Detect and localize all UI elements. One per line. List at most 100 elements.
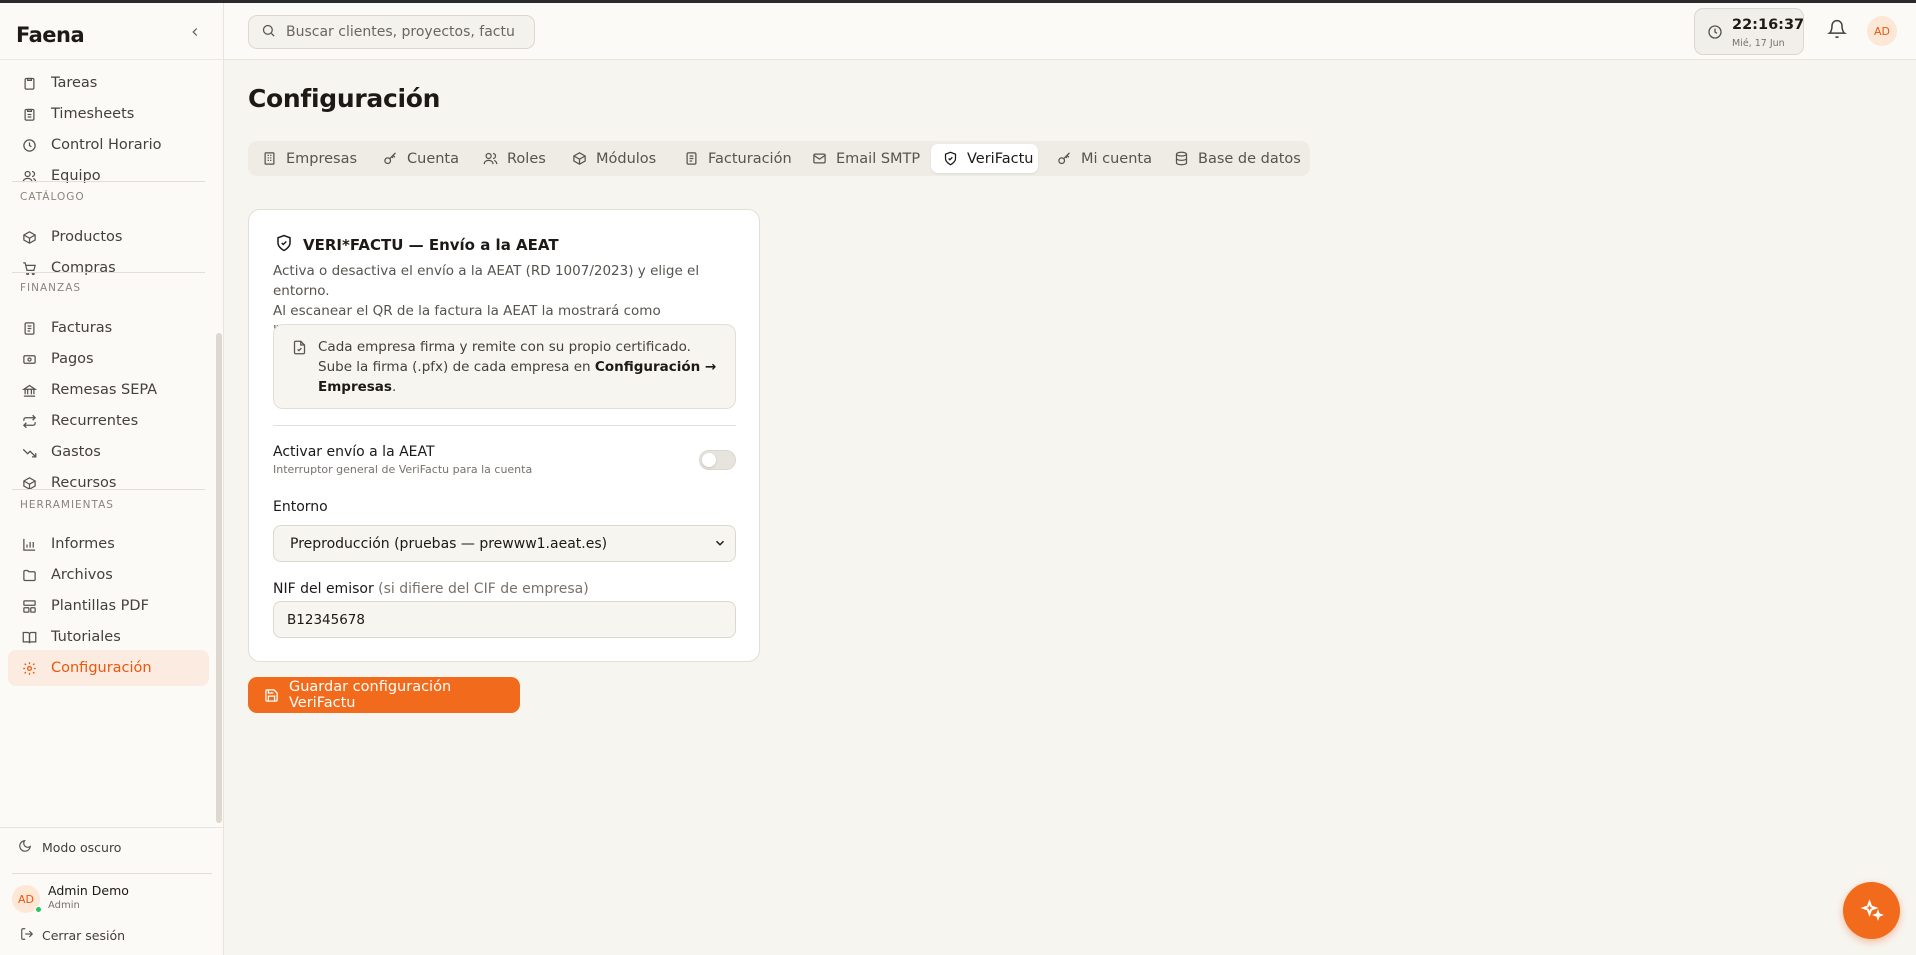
database-icon [1174, 151, 1189, 166]
clock-icon [20, 136, 38, 154]
tab-label: Cuenta [407, 150, 459, 167]
save-verifactu-button[interactable]: Guardar configuración VeriFactu [248, 677, 520, 713]
tab-modulos[interactable]: Módulos [572, 144, 656, 173]
user-avatar[interactable]: AD [1867, 16, 1897, 46]
clock-widget[interactable]: 22:16:37 Mié, 17 Jun [1694, 8, 1804, 55]
chevron-left-icon [192, 28, 198, 36]
sidebar-divider [12, 272, 205, 273]
cart-icon [20, 259, 38, 277]
card-description-line: Activa o desactiva el envío a la AEAT (R… [273, 263, 700, 299]
certificate-info-box: Cada empresa firma y remite con su propi… [273, 324, 736, 409]
sidebar-item-equipo[interactable]: Equipo [8, 158, 209, 194]
key-icon [1057, 151, 1072, 166]
sidebar-item-configuracion[interactable]: Configuración [8, 650, 209, 686]
tab-verifactu[interactable]: VeriFactu [931, 144, 1038, 173]
verifactu-card: VERI*FACTU — Envío a la AEAT Activa o de… [248, 209, 760, 662]
sidebar-item-label: Informes [51, 536, 115, 552]
collapse-sidebar-button[interactable] [185, 23, 205, 44]
sidebar-item-label: Configuración [51, 660, 152, 676]
repeat-icon [20, 412, 38, 430]
users-icon [483, 151, 498, 166]
tab-roles[interactable]: Roles [483, 144, 546, 173]
clipboard-list-icon [20, 105, 38, 123]
tab-base-de-datos[interactable]: Base de datos [1174, 144, 1301, 173]
nif-label: NIF del emisor (si difiere del CIF de em… [273, 581, 589, 597]
book-icon [20, 628, 38, 646]
banknote-icon [20, 350, 38, 368]
sidebar-scrollbar[interactable] [216, 333, 222, 823]
search-box[interactable] [248, 15, 535, 49]
switch-knob [702, 453, 716, 467]
brand-logo[interactable]: Faena [16, 23, 85, 47]
tab-facturacion[interactable]: Facturación [684, 144, 792, 173]
layout-icon [20, 597, 38, 615]
mail-icon [812, 151, 827, 166]
tab-label: Módulos [596, 150, 657, 167]
sidebar-divider [12, 181, 205, 182]
clock-date: Mié, 17 Jun [1732, 38, 1785, 49]
chevron-down-icon [713, 536, 727, 554]
environment-label: Entorno [273, 499, 328, 515]
bell-icon [1827, 19, 1847, 39]
logout-button[interactable]: Cerrar sesión [20, 927, 125, 944]
search-input[interactable] [286, 24, 516, 40]
tab-empresas[interactable]: Empresas [262, 144, 357, 173]
shield-check-icon [275, 234, 293, 256]
tab-cuenta[interactable]: Cuenta [383, 144, 459, 173]
nif-hint: (si difiere del CIF de empresa) [378, 581, 589, 597]
sidebar-item-label: Remesas SEPA [51, 382, 158, 398]
package-icon [572, 151, 587, 166]
tab-label: Empresas [286, 150, 358, 167]
ai-assistant-button[interactable] [1843, 882, 1900, 939]
sidebar-section-label: CATÁLOGO [20, 191, 85, 203]
tab-label: VeriFactu [967, 150, 1034, 167]
sidebar-item-recursos[interactable]: Recursos [8, 465, 209, 501]
tab-label: Email SMTP [836, 150, 921, 167]
sparkles-icon [1860, 898, 1884, 921]
key-icon [383, 151, 398, 166]
divider [273, 425, 736, 426]
sidebar-section-label: HERRAMIENTAS [20, 499, 114, 511]
dark-mode-label: Modo oscuro [42, 840, 122, 855]
save-button-label: Guardar configuración VeriFactu [289, 679, 452, 711]
tab-email-smtp[interactable]: Email SMTP [812, 144, 920, 173]
clock-icon [1707, 24, 1723, 44]
package-icon [20, 228, 38, 246]
invoice-icon [20, 319, 38, 337]
topbar: 22:16:37 Mié, 17 Jun AD [224, 3, 1916, 60]
sidebar-item-label: Productos [51, 229, 123, 245]
info-text-end: . [391, 379, 397, 395]
bank-icon [20, 381, 38, 399]
sidebar-item-label: Recurrentes [51, 413, 139, 429]
tab-mi-cuenta[interactable]: Mi cuenta [1057, 144, 1152, 173]
sidebar-divider [12, 489, 205, 490]
divider [0, 59, 224, 60]
sidebar-item-label: Timesheets [51, 106, 135, 122]
aeat-toggle-switch[interactable] [699, 450, 736, 470]
sidebar-item-compras[interactable]: Compras [8, 250, 209, 286]
card-title-text: VERI*FACTU — Envío a la AEAT [303, 236, 559, 254]
certificate-info-text: Cada empresa firma y remite con su propi… [318, 337, 723, 397]
dark-mode-toggle[interactable]: Modo oscuro [18, 839, 121, 856]
user-role: Admin [48, 900, 80, 911]
notifications-button[interactable] [1827, 19, 1847, 43]
save-icon [264, 688, 279, 703]
gear-icon [20, 659, 38, 677]
nif-label-text: NIF del emisor [273, 581, 374, 597]
sidebar-item-label: Plantillas PDF [51, 598, 149, 614]
card-title: VERI*FACTU — Envío a la AEAT [275, 234, 559, 256]
page-title: Configuración [248, 84, 441, 113]
tab-label: Mi cuenta [1081, 150, 1152, 167]
tab-label: Facturación [708, 150, 792, 167]
moon-icon [18, 839, 32, 856]
divider [0, 827, 224, 828]
aeat-toggle-description: Interruptor general de VeriFactu para la… [273, 463, 533, 476]
sidebar: Faena Tareas Timesheets Control Horario Equ… [0, 3, 224, 955]
environment-select[interactable]: Preproducción (pruebas — prewww1.aeat.es… [273, 525, 736, 562]
sidebar-item-label: Control Horario [51, 137, 162, 153]
sidebar-item-label: Gastos [51, 444, 101, 460]
tab-label: Roles [507, 150, 546, 167]
sidebar-item-label: Compras [51, 260, 116, 276]
environment-selected-value: Preproducción (pruebas — prewww1.aeat.es… [290, 535, 608, 552]
nif-input[interactable] [273, 601, 736, 638]
